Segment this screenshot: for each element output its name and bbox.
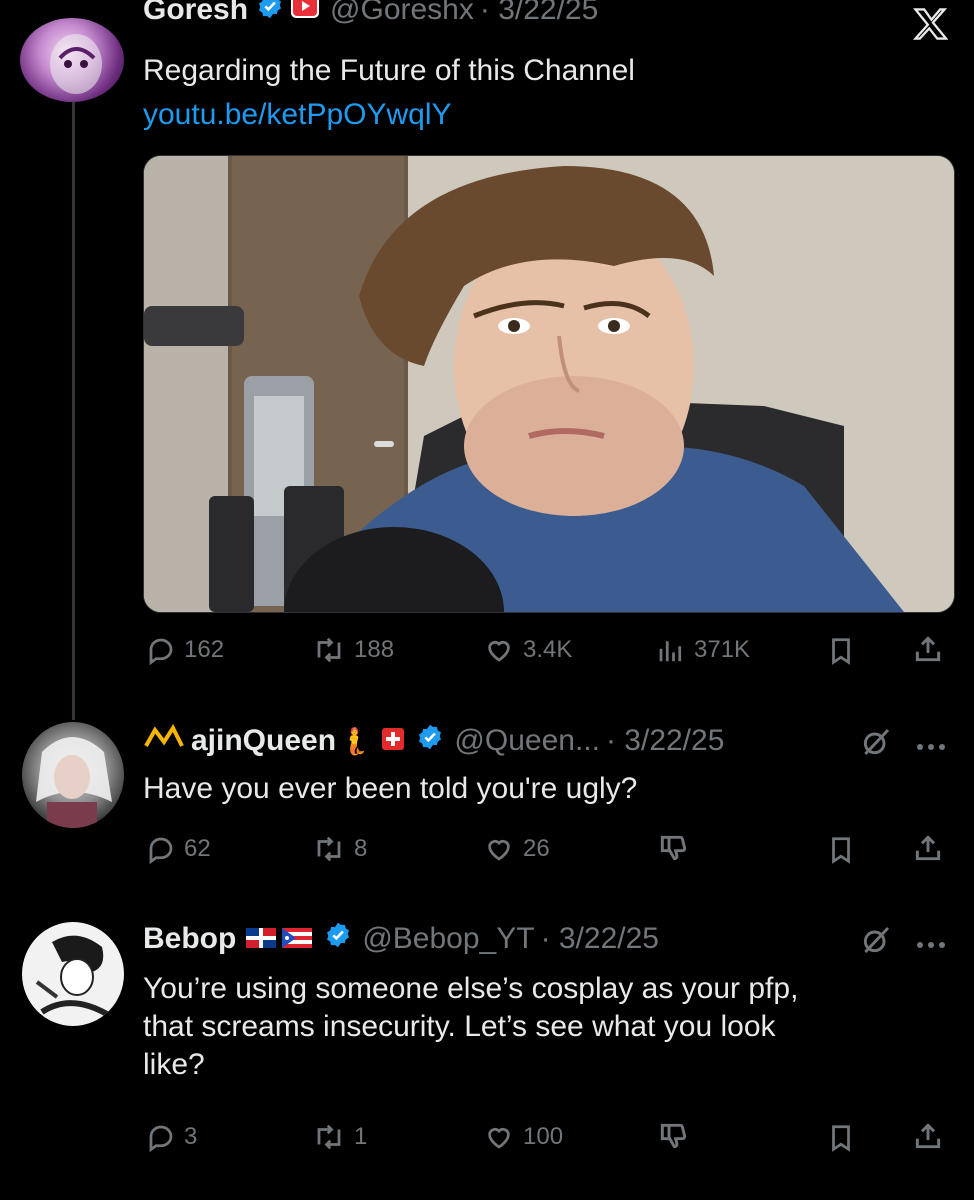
reply-2-text-line: You’re using someone else’s cosplay as y… [143, 972, 799, 1005]
post-date[interactable]: · 3/22/25 [480, 0, 598, 27]
avatar-art [36, 737, 112, 828]
ajinqueen-avatar[interactable] [22, 722, 124, 828]
reply-count: 3 [184, 1123, 198, 1150]
bookmark-icon [832, 1125, 850, 1152]
reply-icon [149, 638, 173, 665]
bookmark-icon [832, 638, 850, 665]
like-icon [488, 641, 510, 662]
more-icon[interactable] [916, 936, 946, 954]
author-handle[interactable]: @Goreshx [330, 0, 474, 27]
repost-count: 188 [354, 636, 395, 663]
verified-icon [256, 0, 284, 28]
more-icon[interactable] [916, 738, 946, 756]
reply-2-header: Bebop @Bebop_YT · 3/22/25 [143, 920, 659, 958]
repost-button[interactable]: 188 [312, 635, 394, 665]
repost-icon [317, 637, 341, 663]
post-text: Regarding the Future of this Channel [143, 54, 635, 87]
mermaid-emoji-icon: 🧜 [338, 725, 371, 756]
share-button[interactable] [912, 632, 944, 666]
repost-button[interactable]: 1 [312, 1122, 367, 1152]
downvote-button[interactable] [656, 832, 690, 864]
like-button[interactable]: 100 [483, 1122, 563, 1152]
post-header: Goresh @Goreshx · 3/22/25 [143, 0, 598, 34]
like-button[interactable]: 3.4K [483, 635, 572, 665]
reply-1-header: ajinQueen 🧜 @Queen... · 3/22/25 [143, 722, 724, 760]
reply-icon [149, 837, 173, 864]
repost-icon [317, 1124, 341, 1150]
bookmark-button[interactable] [826, 635, 856, 667]
bookmark-button[interactable] [826, 834, 856, 866]
verified-icon [324, 921, 352, 957]
like-count: 100 [523, 1123, 564, 1150]
downvote-icon [660, 1123, 687, 1149]
swiss-flag-icon [382, 724, 405, 758]
reply-button[interactable]: 62 [146, 834, 211, 864]
share-button[interactable] [912, 831, 944, 865]
downvote-button[interactable] [656, 1120, 690, 1152]
post-link[interactable]: youtu.be/ketPpOYwqlY [143, 96, 452, 134]
author-name[interactable]: Bebop [143, 922, 236, 956]
reply-2-text-line: that screams insecurity. Let’s see what … [143, 1010, 776, 1043]
like-icon [488, 840, 510, 861]
reply-date[interactable]: · 3/22/25 [541, 922, 659, 956]
grok-icon[interactable] [860, 726, 892, 763]
thumbnail-image [144, 156, 954, 612]
like-count: 3.4K [523, 636, 573, 663]
reply-1-text: Have you ever been told you're ugly? [143, 772, 638, 805]
reply-date[interactable]: · 3/22/25 [606, 724, 724, 758]
goresh-avatar[interactable] [20, 18, 124, 102]
reply-count: 62 [184, 835, 211, 862]
bebop-avatar[interactable] [22, 922, 124, 1026]
share-icon [915, 636, 941, 662]
share-icon [915, 1123, 941, 1149]
repost-count: 8 [354, 835, 368, 862]
reply-2-text-line: like? [143, 1048, 205, 1081]
dominican-flag-icon [246, 922, 277, 956]
downvote-icon [660, 835, 687, 861]
thread-line [72, 100, 75, 720]
crown-icon [143, 723, 185, 758]
x-logo-icon[interactable] [912, 8, 949, 45]
reply-icon [149, 1125, 173, 1152]
video-thumbnail[interactable] [143, 155, 955, 613]
views-icon [659, 641, 682, 662]
like-icon [488, 1128, 510, 1149]
repost-button[interactable]: 8 [312, 834, 367, 864]
like-button[interactable]: 26 [483, 834, 550, 864]
youtube-icon [290, 0, 320, 27]
avatar-art [50, 34, 102, 94]
author-name[interactable]: ajinQueen [191, 724, 336, 758]
repost-count: 1 [354, 1123, 368, 1150]
bookmark-icon [832, 837, 850, 864]
views-button[interactable]: 371K [656, 635, 750, 665]
repost-icon [317, 836, 341, 862]
author-name[interactable]: Goresh [143, 0, 248, 27]
grok-icon[interactable] [860, 924, 892, 961]
verified-icon [416, 723, 444, 759]
reply-button[interactable]: 3 [146, 1122, 197, 1152]
bookmark-button[interactable] [826, 1122, 856, 1154]
share-button[interactable] [912, 1119, 944, 1153]
author-handle[interactable]: @Bebop_YT [362, 922, 534, 956]
reply-button[interactable]: 162 [146, 635, 224, 665]
reply-count: 162 [184, 636, 225, 663]
puerto-rico-flag-icon [282, 922, 313, 956]
author-handle[interactable]: @Queen... [454, 724, 600, 758]
avatar-art [35, 935, 114, 1020]
reply-2-text: You’re using someone else’s cosplay as y… [143, 970, 798, 1084]
share-icon [915, 835, 941, 861]
views-count: 371K [694, 636, 751, 663]
like-count: 26 [523, 835, 550, 862]
